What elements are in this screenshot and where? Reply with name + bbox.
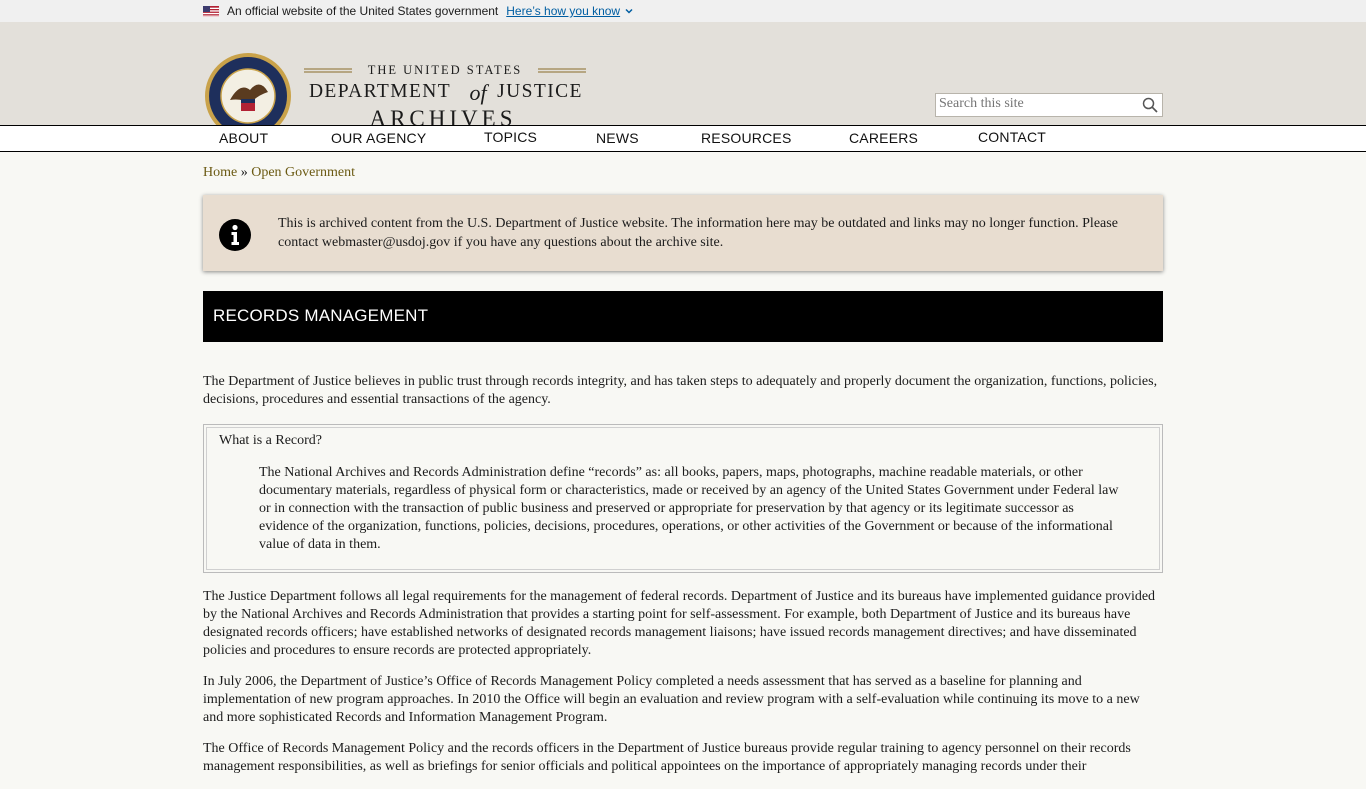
main-nav: ABOUT OUR AGENCY TOPICS NEWS RESOURCES C… xyxy=(0,125,1366,152)
wordmark-justice: JUSTICE xyxy=(497,81,583,102)
us-flag-icon xyxy=(203,5,219,17)
main-content: The Department of Justice believes in pu… xyxy=(203,373,1163,789)
how-you-know-link[interactable]: Here’s how you know xyxy=(506,4,620,18)
nav-contact[interactable]: CONTACT xyxy=(978,129,1046,145)
page-title-bar: RECORDS MANAGEMENT xyxy=(203,291,1163,342)
archive-notice-text: This is archived content from the U.S. D… xyxy=(278,216,1118,250)
breadcrumb-open-government[interactable]: Open Government xyxy=(251,165,355,180)
record-definition-box: What is a Record? The National Archives … xyxy=(203,424,1163,573)
search-input[interactable] xyxy=(936,94,1129,114)
body-paragraph: The Office of Records Management Policy … xyxy=(203,741,1131,774)
body-paragraph: In July 2006, the Department of Justice’… xyxy=(203,674,1140,725)
breadcrumb-home[interactable]: Home xyxy=(203,165,237,180)
nav-topics[interactable]: TOPICS xyxy=(484,129,537,145)
wordmark-department: DEPARTMENT xyxy=(309,81,451,102)
page-title: RECORDS MANAGEMENT xyxy=(213,306,429,325)
chevron-down-icon[interactable] xyxy=(624,6,634,16)
site-header: THE UNITED STATES DEPARTMENT of JUSTICE … xyxy=(0,22,1366,139)
search-icon[interactable] xyxy=(1142,97,1158,113)
body-paragraph: The Justice Department follows all legal… xyxy=(203,589,1156,658)
wordmark-of: of xyxy=(469,80,489,105)
breadcrumb: Home » Open Government xyxy=(203,165,355,181)
breadcrumb-separator: » xyxy=(240,165,248,180)
record-question: What is a Record? xyxy=(219,433,323,448)
nav-resources[interactable]: RESOURCES xyxy=(701,130,791,146)
wordmark-line1: THE UNITED STATES xyxy=(368,63,523,77)
gov-banner-text: An official website of the United States… xyxy=(227,4,499,18)
nav-news[interactable]: NEWS xyxy=(596,130,639,146)
record-definition: The National Archives and Records Admini… xyxy=(259,465,1119,552)
intro-paragraph: The Department of Justice believes in pu… xyxy=(203,374,1158,407)
archive-notice: This is archived content from the U.S. D… xyxy=(203,195,1163,271)
search-box[interactable] xyxy=(935,93,1163,117)
nav-careers[interactable]: CAREERS xyxy=(849,130,918,146)
nav-our-agency[interactable]: OUR AGENCY xyxy=(331,130,426,146)
gov-banner: An official website of the United States… xyxy=(0,0,1366,22)
nav-about[interactable]: ABOUT xyxy=(219,130,268,146)
info-icon xyxy=(219,219,251,251)
doj-archives-wordmark[interactable]: THE UNITED STATES DEPARTMENT of JUSTICE … xyxy=(302,62,592,132)
